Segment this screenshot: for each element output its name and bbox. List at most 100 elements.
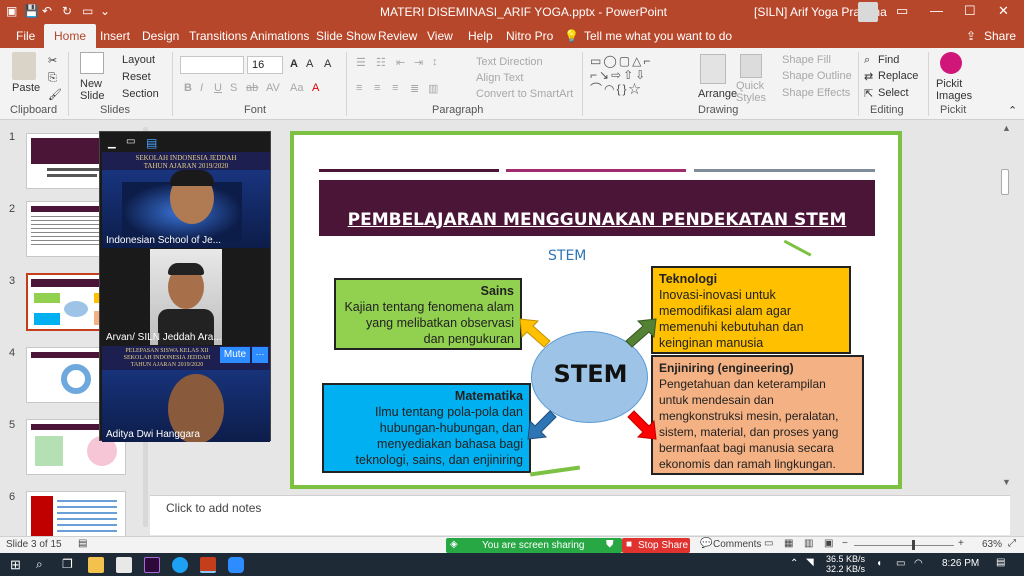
zoom-slider-thumb[interactable] — [912, 540, 915, 550]
change-case-icon[interactable]: Aa — [290, 82, 303, 94]
comments-button[interactable]: Comments — [713, 539, 761, 550]
shadow-icon[interactable]: S — [230, 82, 237, 94]
scroll-down-icon[interactable]: ▼ — [1002, 477, 1011, 487]
windows-start-icon[interactable]: ⊞ — [10, 557, 21, 573]
align-text-button[interactable]: Align Text — [476, 72, 524, 84]
file-explorer-icon[interactable] — [88, 557, 104, 573]
close-button[interactable]: ✕ — [998, 3, 1009, 19]
shape-effects-button[interactable]: Shape Effects — [782, 87, 850, 99]
new-slide-icon[interactable] — [80, 52, 104, 74]
tray-chevron-icon[interactable]: ⌃ — [790, 558, 798, 569]
convert-smartart-button[interactable]: Convert to SmartArt — [476, 88, 573, 100]
notes-pane[interactable]: Click to add notes — [150, 495, 1010, 535]
video-tile-1[interactable]: SEKOLAH INDONESIA JEDDAH TAHUN AJARAN 201… — [102, 152, 270, 248]
copy-icon[interactable]: ⎘ — [48, 72, 57, 85]
hide-video-icon[interactable]: ▭ — [126, 136, 135, 147]
zoom-slider-track[interactable] — [854, 545, 954, 546]
align-right-icon[interactable]: ≡ — [392, 82, 398, 94]
ribbon-display-icon[interactable]: ▭ — [896, 3, 908, 19]
view-toggle-icon[interactable]: ▤ — [146, 136, 157, 150]
spellcheck-icon[interactable]: ▤ — [78, 538, 87, 549]
tab-transitions[interactable]: Transitions — [189, 29, 247, 43]
find-button[interactable]: Find — [878, 54, 899, 66]
matematika-box[interactable]: Matematika Ilmu tentang pola-pola dan hu… — [322, 383, 531, 473]
tab-insert[interactable]: Insert — [100, 29, 130, 43]
char-spacing-icon[interactable]: AV — [266, 82, 280, 94]
align-center-icon[interactable]: ≡ — [374, 82, 380, 94]
tab-review[interactable]: Review — [378, 29, 417, 43]
columns-icon[interactable]: ▥ — [428, 82, 438, 95]
increase-font-icon[interactable]: A — [290, 58, 298, 70]
numbering-icon[interactable]: ☷ — [376, 56, 386, 69]
tab-slideshow[interactable]: Slide Show — [316, 29, 376, 43]
enjiniring-box[interactable]: Enjiniring (engineering) Pengetahuan dan… — [651, 355, 864, 475]
video-tile-2[interactable]: Arvan/ SILN Jeddah Ara... — [102, 249, 270, 345]
clear-format-icon[interactable]: A — [324, 58, 331, 70]
sains-box[interactable]: Sains Kajian tentang fenomena alam yang … — [334, 278, 522, 350]
zoom-taskbar-icon[interactable] — [228, 557, 244, 573]
more-options-button[interactable]: ··· — [252, 347, 268, 363]
paste-button[interactable]: Paste — [12, 82, 40, 94]
slide-title[interactable]: PEMBELAJARAN MENGGUNAKAN PENDEKATAN STEM — [319, 210, 875, 230]
tab-file[interactable]: File — [16, 29, 35, 43]
slide[interactable]: PEMBELAJARAN MENGGUNAKAN PENDEKATAN STEM… — [290, 131, 902, 489]
tab-animations[interactable]: Animations — [250, 29, 309, 43]
bold-icon[interactable]: B — [184, 82, 192, 94]
align-left-icon[interactable]: ≡ — [356, 82, 362, 94]
task-view-icon[interactable]: ❐ — [62, 557, 73, 571]
avatar[interactable] — [858, 2, 878, 22]
battery-icon[interactable]: ▭ — [896, 558, 905, 569]
network-icon[interactable]: ◥ — [806, 557, 814, 568]
teknologi-box[interactable]: Teknologi Inovasi-inovasi untuk memodifi… — [651, 266, 851, 354]
layout-button[interactable]: Layout — [122, 54, 155, 66]
tab-help[interactable]: Help — [468, 29, 493, 43]
strikethrough-icon[interactable]: ab — [246, 82, 258, 94]
fit-slide-icon[interactable]: ⤢ — [1008, 538, 1016, 549]
slide-sorter-icon[interactable]: ▦ — [784, 538, 793, 549]
font-name-combo[interactable] — [180, 56, 244, 74]
premiere-icon[interactable] — [144, 557, 160, 573]
quick-styles-button[interactable]: Quick Styles — [736, 80, 770, 104]
arrange-button[interactable]: Arrange — [698, 88, 737, 100]
select-icon[interactable]: ⇱ — [864, 87, 873, 100]
vertical-scrollbar-thumb[interactable] — [1001, 169, 1009, 195]
text-direction-button[interactable]: Text Direction — [476, 56, 543, 68]
notifications-icon[interactable]: ▤ — [996, 557, 1005, 568]
share-button[interactable]: Share — [984, 29, 1016, 43]
search-icon[interactable]: ⌕ — [36, 557, 43, 572]
clock[interactable]: 8:26 PM — [942, 558, 979, 569]
powerpoint-taskbar-icon[interactable] — [200, 557, 216, 573]
start-slideshow-icon[interactable]: ▭ — [82, 4, 93, 18]
tab-view[interactable]: View — [427, 29, 453, 43]
arrange-icon[interactable] — [700, 54, 726, 84]
find-icon[interactable]: ⌕ — [864, 54, 870, 67]
save-icon[interactable]: 💾 — [24, 4, 39, 18]
stop-share-button[interactable]: ■ Stop Share — [622, 538, 690, 553]
zoom-in-icon[interactable]: + — [958, 538, 964, 549]
minimize-button[interactable]: — — [930, 3, 943, 18]
shape-outline-button[interactable]: Shape Outline — [782, 70, 852, 82]
justify-icon[interactable]: ≣ — [410, 82, 419, 95]
comments-icon[interactable]: 💬 — [700, 538, 712, 549]
scroll-up-icon[interactable]: ▲ — [1002, 123, 1011, 133]
undo-icon[interactable]: ↶ — [42, 4, 52, 18]
replace-icon[interactable]: ⇄ — [864, 70, 873, 83]
quick-styles-icon[interactable] — [740, 54, 762, 78]
bullets-icon[interactable]: ☰ — [356, 56, 366, 69]
shape-fill-button[interactable]: Shape Fill — [782, 54, 831, 66]
slideshow-view-icon[interactable]: ▣ — [824, 538, 833, 549]
line-spacing-icon[interactable]: ↕ — [432, 56, 438, 68]
speaker-icon[interactable]: ◖ — [876, 558, 882, 569]
tab-home[interactable]: Home — [44, 24, 97, 48]
normal-view-icon[interactable]: ▭ — [764, 538, 773, 549]
underline-icon[interactable]: U — [214, 82, 222, 94]
increase-indent-icon[interactable]: ⇥ — [414, 56, 423, 69]
mute-button[interactable]: Mute — [220, 347, 250, 363]
redo-icon[interactable]: ↻ — [62, 4, 72, 18]
decrease-indent-icon[interactable]: ⇤ — [396, 56, 405, 69]
zoom-out-icon[interactable]: − — [842, 538, 848, 549]
collapse-ribbon-icon[interactable]: ⌃ — [1008, 104, 1017, 117]
reading-view-icon[interactable]: ▥ — [804, 538, 813, 549]
wifi-icon[interactable]: ◠ — [914, 558, 923, 569]
customize-quick-access-icon[interactable]: ⌄ — [100, 4, 110, 18]
